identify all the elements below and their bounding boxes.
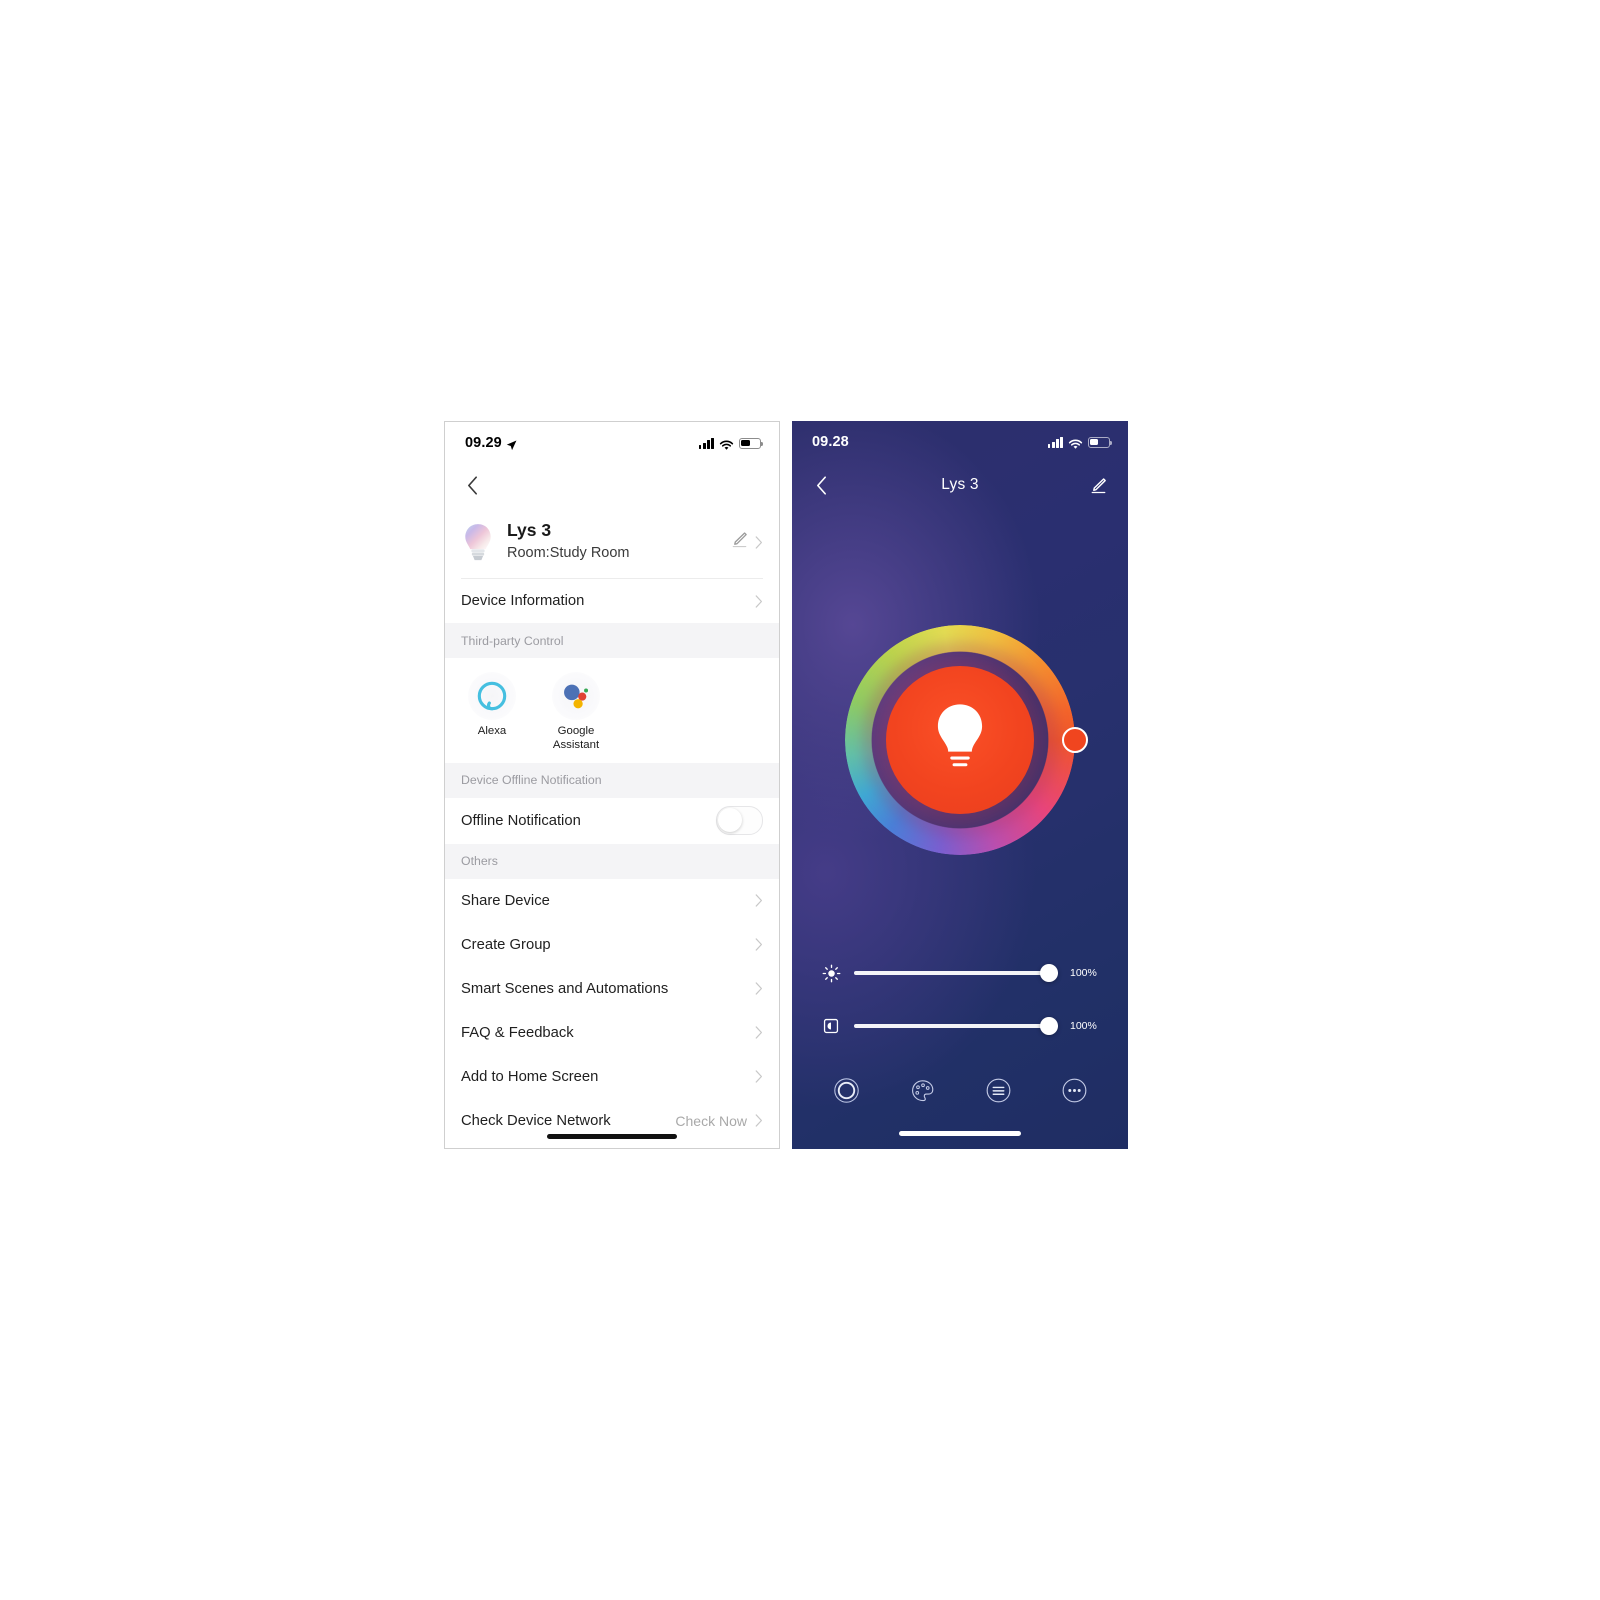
settings-list: Lys 3 Room:Study Room Device Information… [445,506,779,1148]
status-bar-left: 09.29 [465,435,517,451]
color-wheel-handle[interactable] [1062,727,1088,753]
status-bar-right [698,437,764,450]
chevron-right-icon [755,1070,763,1083]
section-header-third-party: Third-party Control [445,623,779,658]
color-wheel[interactable] [845,625,1088,855]
cellular-signal-icon [1047,436,1063,448]
check-now-action-label[interactable]: Check Now [675,1113,747,1129]
third-party-label: Alexa [477,725,507,737]
chevron-right-icon [755,982,763,995]
section-header-label: Device Offline Notification [461,773,602,788]
more-tab[interactable] [1059,1078,1089,1108]
color-temperature-value: 100% [1070,1020,1097,1032]
chevron-right-icon [755,1026,763,1039]
left-navigation-bar [445,464,779,506]
wifi-icon [719,438,734,450]
device-name: Lys 3 [507,520,552,541]
wifi-icon [1068,437,1083,449]
alexa-icon [468,672,516,720]
list-item-label: Add to Home Screen [461,1068,599,1085]
status-bar-clock: 09.28 [812,434,849,450]
power-circle-icon [833,1077,860,1109]
page-title: Lys 3 [941,476,979,493]
section-header-label: Others [461,854,498,869]
white-light-tab[interactable] [831,1078,861,1108]
pencil-icon[interactable] [730,530,749,554]
list-item-device-information[interactable]: Device Information [445,579,779,623]
chevron-right-icon [755,894,763,907]
status-bar-right [1047,436,1113,449]
palette-icon [909,1077,936,1109]
brightness-slider-knob[interactable] [1040,964,1058,982]
brightness-slider-row: 100% [792,960,1128,986]
status-bar-left: 09.28 [812,434,849,450]
offline-notification-label: Offline Notification [461,812,581,829]
list-item-smart-scenes-and-automations[interactable]: Smart Scenes and Automations [445,966,779,1011]
list-item-label: Share Device [461,892,550,909]
phone-right-light-control-screen: 09.28 Lys 3 100% 100% [792,421,1128,1149]
list-item-label: Check Device Network [461,1112,611,1129]
back-button[interactable] [459,472,485,498]
third-party-item-google-assistant[interactable]: Google Assistant [545,672,607,753]
chevron-right-icon [755,535,763,549]
toggle-knob [718,808,742,833]
pencil-icon[interactable] [1086,472,1112,498]
light-bulb-icon [928,700,992,781]
battery-icon [1088,436,1113,448]
back-button[interactable] [808,472,834,498]
cellular-signal-icon [698,437,714,449]
section-header-label: Third-party Control [461,633,564,648]
status-bar: 09.28 [792,421,1128,463]
more-ellipsis-icon [1061,1077,1088,1109]
device-text-block: Lys 3 Room:Study Room [507,519,730,564]
list-item-create-group[interactable]: Create Group [445,922,779,967]
smart-bulb-icon [461,521,495,563]
color-temperature-slider-row: 100% [792,1013,1128,1039]
color-temperature-slider-knob[interactable] [1040,1017,1058,1035]
google-assistant-icon [552,672,600,720]
right-navigation-bar: Lys 3 [792,463,1128,507]
third-party-item-alexa[interactable]: Alexa [461,672,523,753]
battery-icon [739,437,764,449]
third-party-label: Google Assistant [552,725,600,751]
chevron-right-icon [755,1114,763,1127]
list-item-label: Smart Scenes and Automations [461,980,669,997]
offline-notification-toggle[interactable] [716,806,763,836]
brightness-sun-icon [820,962,842,984]
location-arrow-icon [506,438,517,450]
color-temperature-slider-track [854,1024,1058,1028]
list-item-label: FAQ & Feedback [461,1024,574,1041]
list-item-faq-and-feedback[interactable]: FAQ & Feedback [445,1010,779,1055]
section-header-others: Others [445,843,779,879]
phone-left-device-settings-screen: 09.29 Lys 3 Room:Study Room Device Infor… [444,421,780,1149]
brightness-slider-track [854,971,1058,975]
device-summary-row[interactable]: Lys 3 Room:Study Room [445,506,779,578]
status-bar-clock: 09.29 [465,435,502,451]
list-item-label: Device Information [461,593,585,609]
bottom-tab-bar [792,1071,1128,1115]
scene-tab[interactable] [983,1078,1013,1108]
color-temperature-icon [820,1015,842,1037]
scene-list-icon [985,1077,1012,1109]
chevron-right-icon [755,594,763,608]
device-room: Room:Study Room [507,544,630,561]
brightness-value: 100% [1070,967,1097,979]
light-state-disc[interactable] [886,666,1034,814]
home-indicator [547,1134,677,1139]
third-party-icons-row: Alexa Google Assistant [445,658,779,763]
color-tab[interactable] [907,1078,937,1108]
status-bar: 09.29 [445,422,779,464]
row-offline-notification: Offline Notification [445,797,779,844]
brightness-slider[interactable] [854,962,1058,984]
home-indicator [899,1131,1021,1136]
color-temperature-slider[interactable] [854,1015,1058,1037]
chevron-right-icon [755,938,763,951]
screenshot-canvas: 09.29 Lys 3 Room:Study Room Device Infor… [0,0,1600,1600]
list-item-label: Create Group [461,936,551,953]
section-header-offline-notification: Device Offline Notification [445,762,779,798]
list-item-add-to-home-screen[interactable]: Add to Home Screen [445,1054,779,1099]
device-edit-group[interactable] [730,530,763,554]
list-item-share-device[interactable]: Share Device [445,878,779,923]
